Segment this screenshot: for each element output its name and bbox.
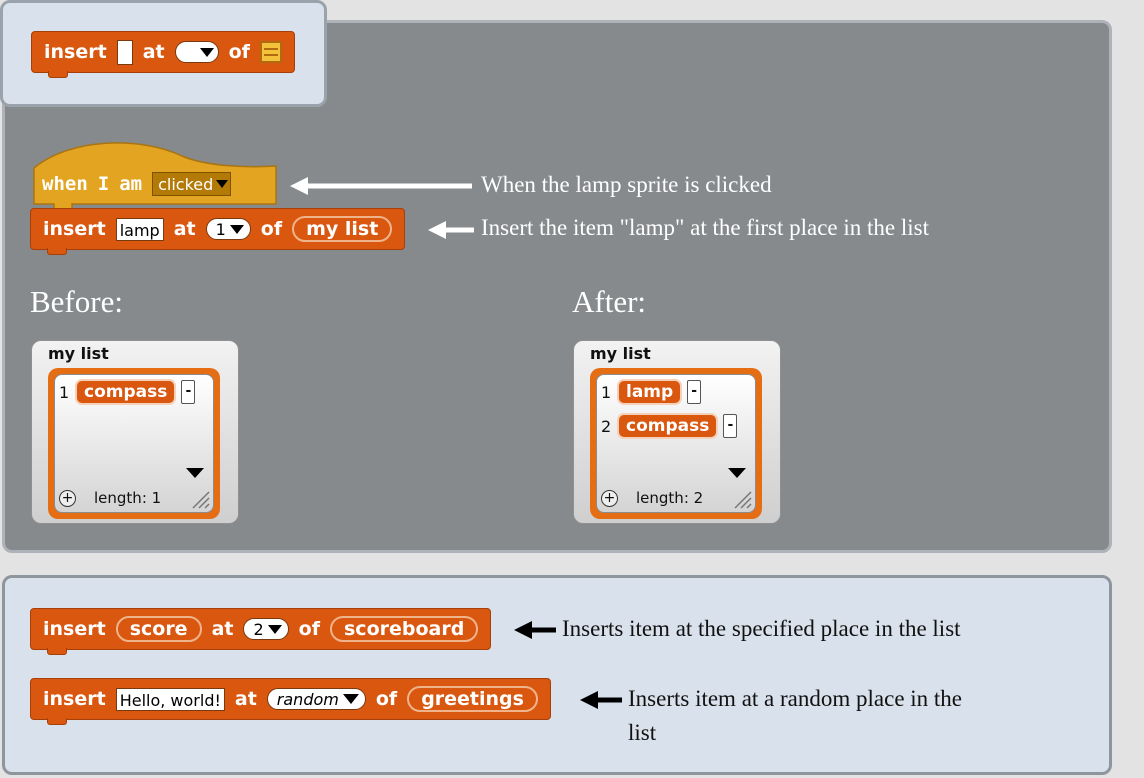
delete-item-button[interactable]: - [181,380,196,404]
dropdown-arrow-icon [342,694,359,704]
item-slot[interactable]: lamp [115,217,164,241]
example2-note-line1: Inserts item at a random place in the [628,686,963,711]
list-reporter[interactable]: greetings [407,686,538,712]
of-label: of [298,618,320,640]
watcher-title: my list [590,344,651,363]
am-label: am [119,173,143,195]
arrow-left-icon [580,691,622,709]
insert-hello-block[interactable]: insert Hello, world! at random of greeti… [30,678,551,725]
insert-score-block[interactable]: insert score at 2 of scoreboard [30,608,492,655]
dropdown-arrow-icon [216,180,229,188]
list-item: 1 lamp - [601,379,702,405]
list-reporter[interactable]: scoreboard [330,616,479,642]
at-label: at [142,41,165,63]
index-slot[interactable] [174,41,219,63]
at-label: at [173,218,196,240]
dropdown-arrow-icon [267,624,282,634]
item-reporter[interactable]: score [115,616,202,642]
block-spec-card: insert at of [0,0,327,107]
add-item-button[interactable]: + [601,489,618,507]
example2-note-line2: list [628,720,657,745]
when-clicked-hat-block[interactable]: when I am clicked [30,134,280,211]
index-value: random [276,689,339,709]
item-value[interactable]: compass [75,379,177,405]
list-item: 2 compass - [601,413,738,439]
watcher-frame: 1 compass - + length: 1 [48,368,220,519]
dropdown-arrow-icon[interactable] [186,468,204,478]
list-contents: 1 lamp - 2 compass - + length: 2 [596,374,756,513]
delete-item-button[interactable]: - [687,380,702,404]
list-item: 1 compass - [59,379,196,405]
index-value: 1 [215,219,226,239]
add-item-button[interactable]: + [59,489,76,507]
index-slot[interactable]: random [266,688,366,710]
watcher-title: my list [48,344,109,363]
event-dropdown[interactable]: clicked [152,172,232,196]
hat-note: When the lamp sprite is clicked [481,172,772,197]
list-watcher-after[interactable]: my list 1 lamp - 2 compass - + length: 2 [573,340,781,524]
of-label: of [228,41,250,63]
resize-handle-icon[interactable] [732,489,752,509]
item-value[interactable]: lamp [617,379,683,405]
item-value[interactable]: compass [617,413,719,439]
insert-block-template[interactable]: insert at of [31,31,295,78]
index-slot[interactable]: 1 [205,218,251,240]
insert-label: insert [43,218,106,240]
list-watcher-before[interactable]: my list 1 compass - + length: 1 [31,340,239,524]
index-slot[interactable]: 2 [243,618,289,640]
delete-item-button[interactable]: - [723,414,738,438]
item-index: 1 [59,382,70,402]
resize-handle-icon[interactable] [190,489,210,509]
arrow-left-icon [428,221,474,239]
item-index: 1 [601,382,612,402]
index-value: 2 [253,619,264,639]
insert-label: insert [44,41,107,63]
list-reporter[interactable]: my list [292,216,393,242]
i-label: I [97,173,110,195]
length-label: length: 1 [94,489,162,507]
example1-note: Inserts item at the specified place in t… [562,616,961,641]
at-label: at [211,618,234,640]
watcher-frame: 1 lamp - 2 compass - + length: 2 [590,368,762,519]
length-label: length: 2 [636,489,704,507]
examples-panel [2,575,1112,775]
item-slot[interactable] [116,39,133,65]
list-contents: 1 compass - + length: 1 [54,374,214,513]
after-label: After: [572,284,647,319]
at-label: at [234,688,257,710]
arrow-left-icon [514,621,556,639]
arrow-left-icon [290,177,472,195]
item-slot[interactable]: Hello, world! [115,687,225,711]
dropdown-arrow-icon[interactable] [728,468,746,478]
when-label: when [42,173,88,195]
of-label: of [375,688,398,710]
event-value: clicked [158,174,214,194]
of-label: of [260,218,283,240]
insert-lamp-block[interactable]: insert lamp at 1 of my list [30,208,406,255]
dropdown-arrow-icon [229,224,244,234]
insert-label: insert [43,688,106,710]
main-note: Insert the item "lamp" at the first plac… [481,215,929,240]
insert-label: insert [43,618,106,640]
item-index: 2 [601,416,612,436]
dropdown-arrow-icon [199,47,214,57]
list-icon[interactable] [259,41,282,63]
before-label: Before: [30,284,123,319]
